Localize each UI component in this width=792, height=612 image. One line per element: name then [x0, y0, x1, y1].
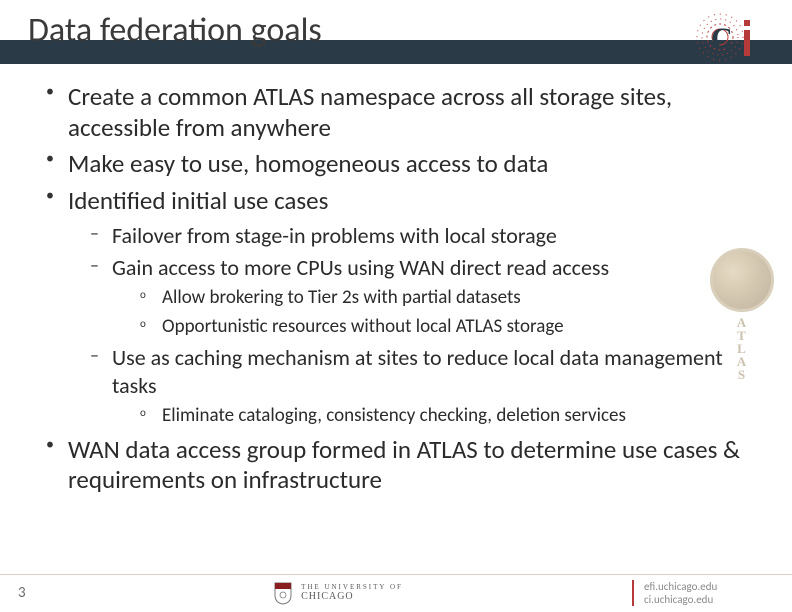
sub-sub-bullet-item: Opportunistic resources without local AT… — [140, 315, 758, 340]
footer-center: THE UNIVERSITY OF CHICAGO — [44, 581, 632, 605]
slide-footer: 3 THE UNIVERSITY OF CHICAGO efi.uchicago… — [0, 574, 792, 612]
uchicago-wordmark: THE UNIVERSITY OF CHICAGO — [301, 584, 403, 603]
bullet-text: Opportunistic resources without local AT… — [162, 315, 564, 338]
atlas-badge-icon: A T L A S — [706, 248, 778, 378]
bullet-text: Identified initial use cases — [68, 185, 328, 216]
footer-url: ci.uchicago.edu — [644, 593, 778, 606]
sub-bullet-list: Failover from stage-in problems with loc… — [90, 222, 758, 429]
bullet-item: Make easy to use, homogeneous access to … — [44, 149, 758, 180]
university-line2: CHICAGO — [301, 591, 403, 602]
atlas-letters: A T L A S — [706, 316, 778, 381]
atlas-globe-icon — [710, 248, 774, 312]
sub-sub-bullet-item: Allow brokering to Tier 2s with partial … — [140, 286, 758, 311]
bullet-text: Gain access to more CPUs using WAN direc… — [112, 254, 609, 281]
svg-text:C: C — [711, 22, 733, 55]
sub-sub-bullet-list: Eliminate cataloging, consistency checki… — [140, 404, 758, 429]
university-line1: THE UNIVERSITY OF — [301, 584, 403, 592]
uchicago-shield-icon — [273, 581, 293, 605]
bullet-text: WAN data access group formed in ATLAS to… — [68, 434, 740, 496]
ci-logo-icon: C — [690, 10, 764, 64]
slide-header: Data federation goals C — [0, 0, 792, 68]
bullet-item: Identified initial use cases Failover fr… — [44, 186, 758, 429]
slide-title: Data federation goals — [28, 12, 322, 48]
sub-bullet-item: Failover from stage-in problems with loc… — [90, 222, 758, 250]
bullet-item: WAN data access group formed in ATLAS to… — [44, 435, 758, 496]
footer-rule — [0, 574, 792, 575]
footer-right: efi.uchicago.edu ci.uchicago.edu — [632, 580, 792, 606]
bullet-text: Create a common ATLAS namespace across a… — [68, 81, 672, 143]
sub-bullet-item: Gain access to more CPUs using WAN direc… — [90, 254, 758, 340]
bullet-text: Eliminate cataloging, consistency checki… — [162, 404, 626, 427]
sub-sub-bullet-item: Eliminate cataloging, consistency checki… — [140, 404, 758, 429]
slide-content: Create a common ATLAS namespace across a… — [0, 68, 792, 496]
sub-bullet-item: Use as caching mechanism at sites to red… — [90, 344, 758, 429]
slide-number: 3 — [0, 584, 44, 602]
footer-url: efi.uchicago.edu — [644, 580, 778, 593]
bullet-item: Create a common ATLAS namespace across a… — [44, 82, 758, 143]
bullet-list: Create a common ATLAS namespace across a… — [44, 82, 758, 496]
bullet-text: Failover from stage-in problems with loc… — [112, 222, 557, 249]
atlas-letter: S — [706, 368, 778, 381]
sub-sub-bullet-list: Allow brokering to Tier 2s with partial … — [140, 286, 758, 339]
bullet-text: Allow brokering to Tier 2s with partial … — [162, 286, 521, 309]
slide: Data federation goals C Create a common … — [0, 0, 792, 612]
bullet-text: Make easy to use, homogeneous access to … — [68, 148, 548, 179]
bullet-text: Use as caching mechanism at sites to red… — [112, 344, 723, 399]
